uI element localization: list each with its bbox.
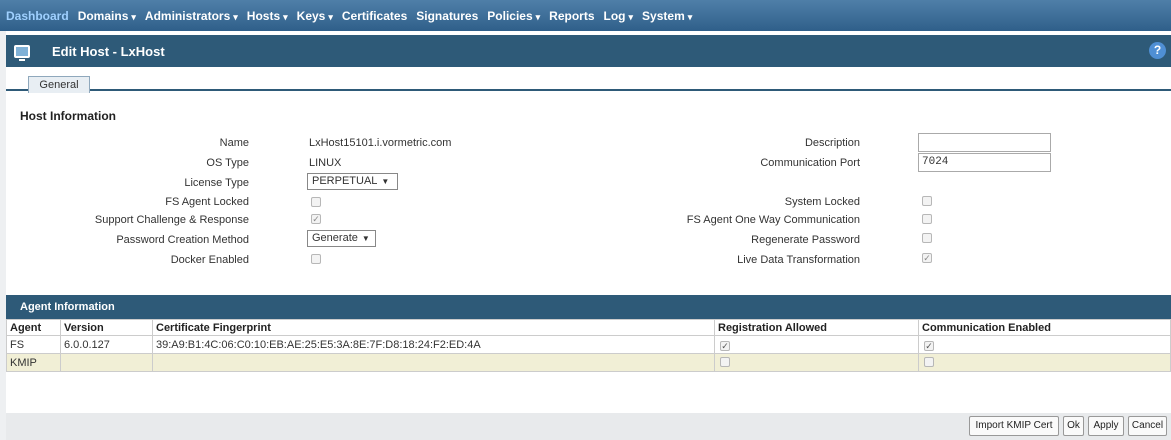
cell-registration: ✓ <box>714 335 919 354</box>
nav-hosts[interactable]: Hosts ▾ <box>247 9 288 23</box>
monitor-icon <box>14 44 30 61</box>
title-bar: Edit Host - LxHost ? <box>6 35 1171 67</box>
col-version: Version <box>60 319 153 336</box>
page-title: Edit Host - LxHost <box>52 43 165 59</box>
os-type-value: LINUX <box>309 157 342 169</box>
challenge-response-checkbox[interactable]: ✓ <box>311 214 321 224</box>
license-type-label: License Type <box>184 177 249 189</box>
nav-reports[interactable]: Reports <box>549 9 594 23</box>
nav-administrators[interactable]: Administrators ▾ <box>145 9 238 23</box>
password-method-select[interactable]: Generate ▼ <box>307 230 376 247</box>
agent-table: Agent Version Certificate Fingerprint Re… <box>6 319 1171 372</box>
communication-enabled-checkbox[interactable] <box>924 357 934 367</box>
cell-agent: KMIP <box>6 353 61 372</box>
communication-port-input[interactable]: 7024 <box>918 153 1051 172</box>
description-label: Description <box>804 137 860 149</box>
tab-general[interactable]: General <box>28 76 90 93</box>
nav-domains[interactable]: Domains ▾ <box>78 9 136 23</box>
chevron-down-icon: ▾ <box>131 11 136 22</box>
name-label: Name <box>219 137 249 149</box>
license-type-value: PERPETUAL <box>312 175 378 187</box>
nav-log[interactable]: Log ▾ <box>604 9 634 23</box>
cell-registration <box>714 353 919 372</box>
nav-signatures[interactable]: Signatures <box>416 9 478 23</box>
table-row[interactable]: FS 6.0.0.127 39:A9:B1:4C:06:C0:10:EB:AE:… <box>6 335 1171 354</box>
fs-agent-locked-checkbox[interactable] <box>311 197 321 207</box>
col-agent: Agent <box>6 319 61 336</box>
chevron-down-icon: ▾ <box>535 11 541 22</box>
tab-bar: General <box>6 67 1171 93</box>
license-type-select[interactable]: PERPETUAL ▼ <box>307 173 398 190</box>
cell-fingerprint <box>152 353 715 372</box>
top-nav: Dashboard Domains ▾ Administrators ▾ Hosts… <box>0 0 1171 31</box>
regenerate-password-label: Regenerate Password <box>751 234 860 246</box>
docker-enabled-checkbox[interactable] <box>311 254 321 264</box>
registration-allowed-checkbox[interactable] <box>720 357 730 367</box>
edit-host-page: Dashboard Domains ▾ Administrators ▾ Hosts… <box>0 0 1171 440</box>
chevron-down-icon: ▼ <box>381 177 390 186</box>
live-data-transformation-checkbox[interactable]: ✓ <box>922 253 932 263</box>
nav-policies[interactable]: Policies ▾ <box>487 9 540 23</box>
password-method-label: Password Creation Method <box>116 234 249 246</box>
system-locked-checkbox[interactable] <box>922 196 932 206</box>
chevron-down-icon: ▾ <box>628 11 634 22</box>
docker-enabled-label: Docker Enabled <box>170 254 249 266</box>
cell-version: 6.0.0.127 <box>60 335 153 354</box>
nav-system[interactable]: System ▾ <box>642 9 692 23</box>
import-kmip-cert-button[interactable]: Import KMIP Cert <box>969 416 1059 436</box>
cell-communication: ✓ <box>918 335 1171 354</box>
col-registration: Registration Allowed <box>714 319 919 336</box>
system-locked-label: System Locked <box>784 196 860 208</box>
cell-communication <box>918 353 1171 372</box>
help-icon[interactable]: ? <box>1149 42 1166 59</box>
chevron-down-icon: ▾ <box>283 11 288 22</box>
os-type-label: OS Type <box>206 157 249 169</box>
one-way-comm-checkbox[interactable] <box>922 214 932 224</box>
ok-button[interactable]: Ok <box>1063 416 1084 436</box>
communication-enabled-checkbox[interactable]: ✓ <box>924 340 934 351</box>
name-value: LxHost15101.i.vormetric.com <box>309 137 452 149</box>
nav-dashboard[interactable]: Dashboard <box>6 9 69 23</box>
registration-allowed-checkbox[interactable]: ✓ <box>720 340 730 351</box>
one-way-comm-label: FS Agent One Way Communication <box>686 214 860 226</box>
cell-fingerprint: 39:A9:B1:4C:06:C0:10:EB:AE:25:E5:3A:8E:7… <box>152 335 715 354</box>
col-communication: Communication Enabled <box>918 319 1171 336</box>
chevron-down-icon: ▾ <box>233 11 238 22</box>
chevron-down-icon: ▾ <box>687 11 693 22</box>
nav-keys[interactable]: Keys ▾ <box>297 9 333 23</box>
password-method-value: Generate <box>312 232 358 244</box>
table-row[interactable]: KMIP <box>6 353 1171 372</box>
cell-version <box>60 353 153 372</box>
chevron-down-icon: ▼ <box>361 234 370 243</box>
nav-certificates[interactable]: Certificates <box>342 9 407 23</box>
description-input[interactable] <box>918 133 1051 152</box>
agent-info-title: Agent Information <box>6 295 1171 319</box>
cancel-button[interactable]: Cancel <box>1128 416 1167 436</box>
col-fingerprint: Certificate Fingerprint <box>152 319 715 336</box>
regenerate-password-checkbox[interactable] <box>922 233 932 243</box>
apply-button[interactable]: Apply <box>1088 416 1124 436</box>
agent-table-header: Agent Version Certificate Fingerprint Re… <box>6 319 1171 336</box>
challenge-response-label: Support Challenge & Response <box>94 214 249 226</box>
communication-port-label: Communication Port <box>760 157 860 169</box>
host-info-title: Host Information <box>20 109 116 123</box>
fs-agent-locked-label: FS Agent Locked <box>165 196 249 208</box>
cell-agent: FS <box>6 335 61 354</box>
live-data-transformation-label: Live Data Transformation <box>737 254 860 266</box>
chevron-down-icon: ▾ <box>328 11 333 22</box>
